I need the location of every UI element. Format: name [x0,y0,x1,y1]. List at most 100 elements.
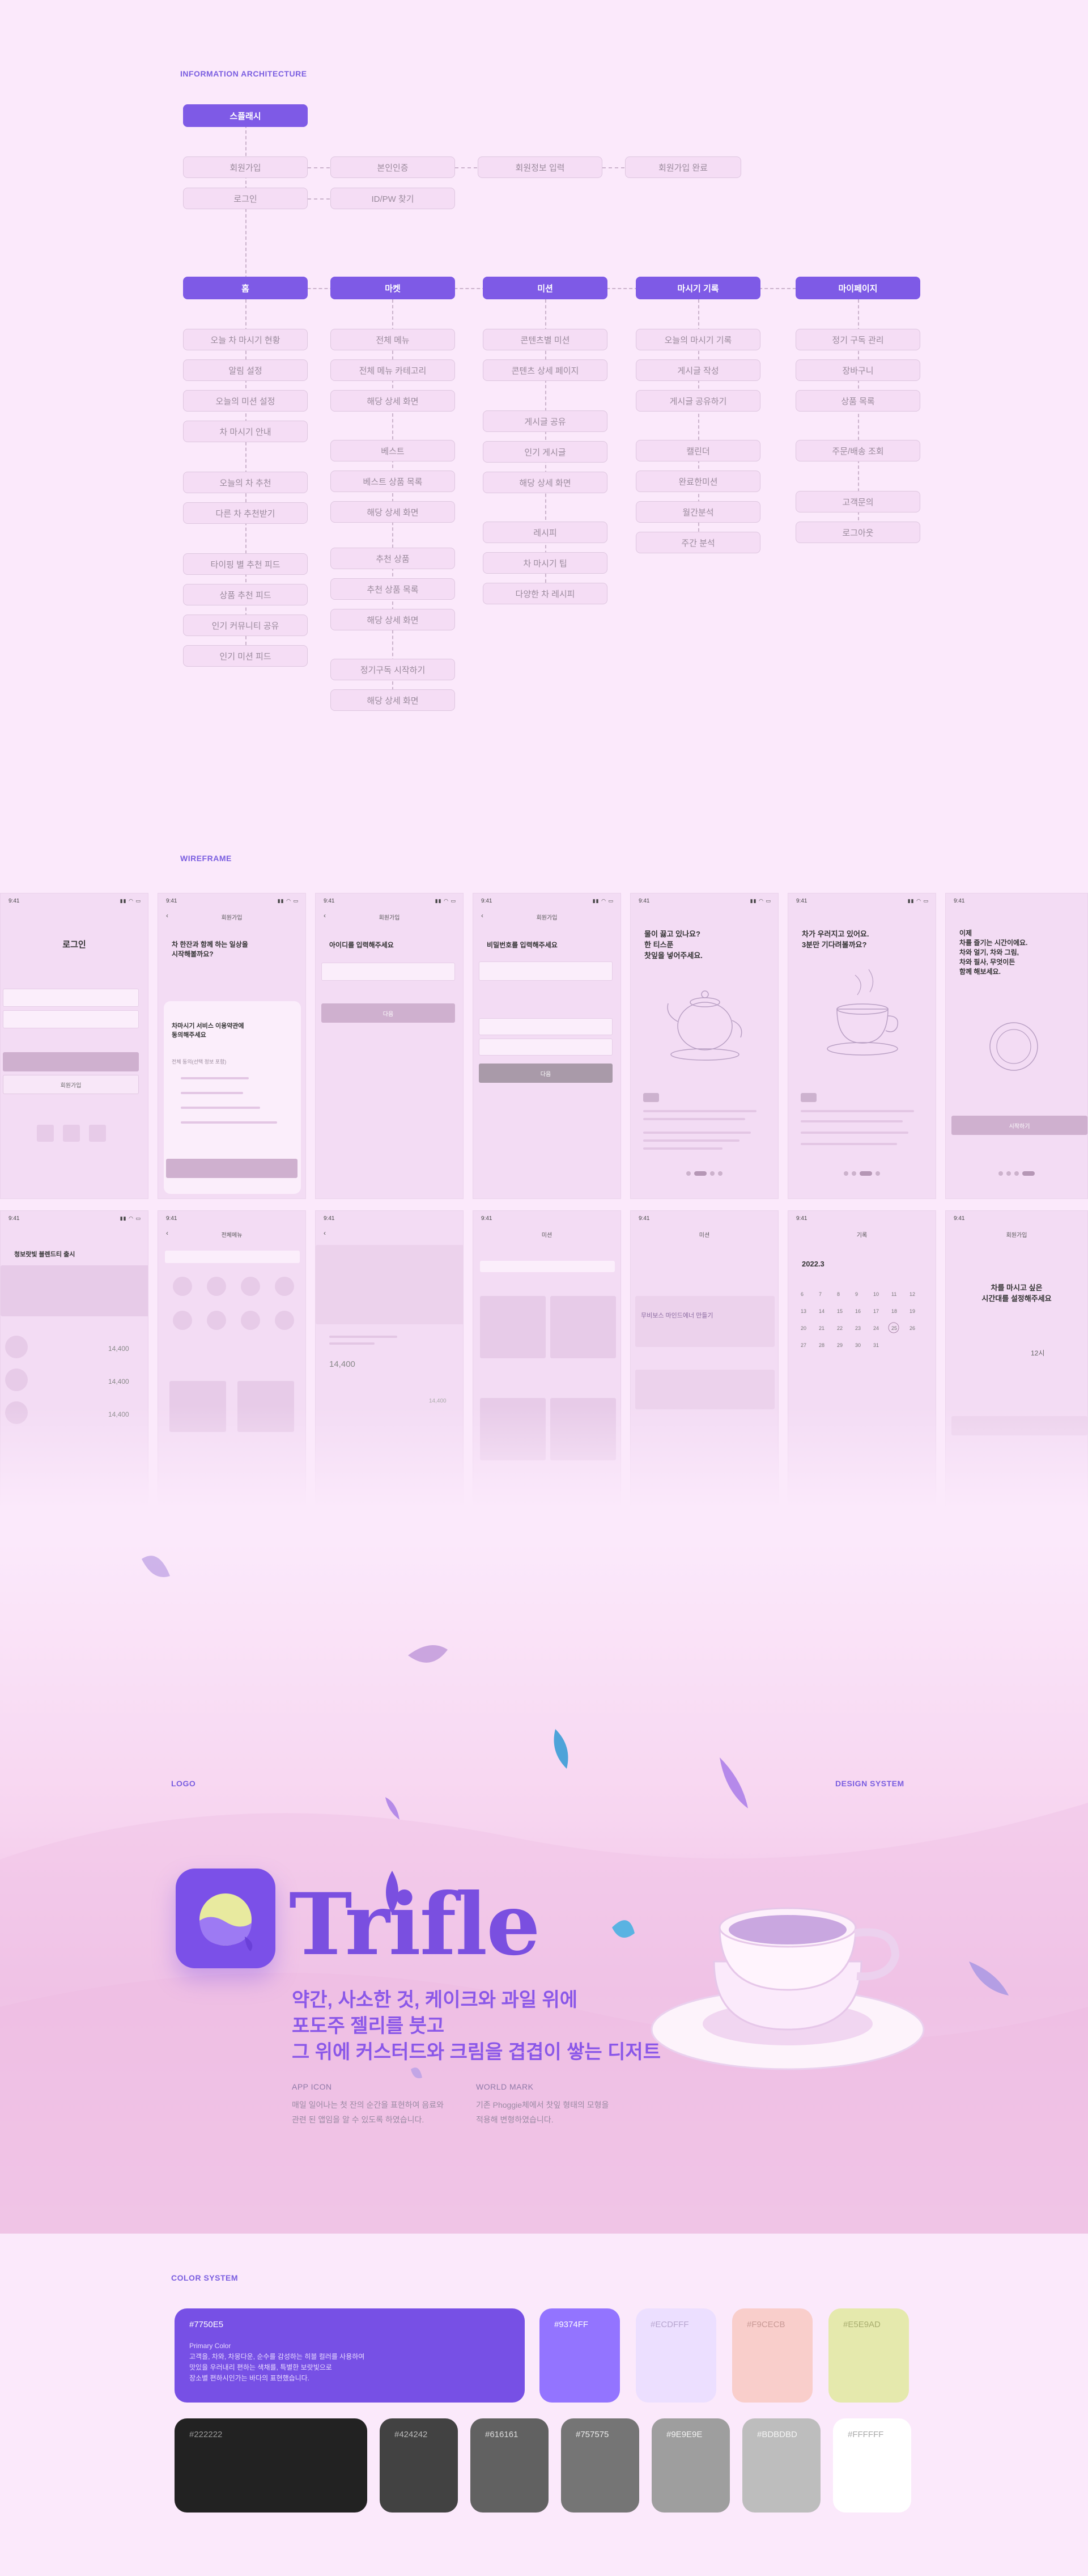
id-input-screen: 9:41 ▮▮ ◠ ▭ ‹ 회원가입 아이디를 입력해주세요 다음 [315,893,464,1199]
ia-item: 해당 상세 화면 [330,609,455,630]
mission-card[interactable] [550,1296,616,1358]
wordmark-description: 기존 Phoggie체에서 찻잎 형태의 모형을 적용해 변형하였습니다. [476,2100,609,2124]
ia-head-market: 마켓 [330,277,455,299]
ia-item: 게시글 작성 [636,359,760,381]
terms-screen: 9:41 ▮▮ ◠ ▭ ‹ 회원가입 차 한잔과 함께 하는 일상을 시작해볼까요… [158,893,306,1199]
category-icon[interactable] [241,1277,260,1296]
category-icon[interactable] [207,1277,226,1296]
ia-item: 인기 게시글 [483,441,607,463]
ia-node-login: 로그인 [183,188,308,209]
mission-card-title: 무비보스 마인드에너 만들기 [641,1312,713,1319]
mission-banner[interactable] [635,1296,775,1347]
mission-item[interactable] [635,1370,775,1409]
swatch-hex: #F9CECB [747,2320,785,2329]
color-swatch: #BDBDBD [742,2418,821,2513]
search-input[interactable] [480,1261,615,1272]
password-screen: 9:41 ▮▮ ◠ ▭ ‹ 회원가입 비밀번호를 입력해주세요 다음 [473,893,621,1199]
wordmark-heading: WORLD MARK [476,2082,534,2091]
ia-item: 게시글 공유하기 [636,390,760,412]
svg-text:26: 26 [910,1325,915,1331]
ia-item: 해당 상세 화면 [330,689,455,711]
nav-title: 회원가입 [221,915,243,921]
login-title: 로그인 [62,940,86,950]
category-icon[interactable] [207,1311,226,1330]
social-login-button[interactable] [63,1125,80,1142]
search-input[interactable] [165,1251,300,1263]
tag [643,1093,659,1102]
ia-item: 콘텐츠별 미션 [483,329,607,350]
text-line [801,1120,903,1122]
page-indicator [788,1171,936,1176]
login-button[interactable] [3,1052,139,1071]
category-icon[interactable] [173,1277,192,1296]
password-confirm-field[interactable] [479,1018,613,1035]
svg-text:7: 7 [819,1291,822,1297]
password-confirm-field[interactable] [479,1039,613,1056]
alarm-time[interactable]: 12시 [1031,1348,1044,1358]
agree-button[interactable] [166,1159,298,1178]
text-line [329,1342,375,1345]
ia-item: 차 마시기 안내 [183,421,308,442]
design-system-label: DESIGN SYSTEM [835,1779,904,1788]
terms-item[interactable] [181,1077,249,1079]
category-icon[interactable] [241,1311,260,1330]
terms-item[interactable] [181,1107,260,1109]
category-icon[interactable] [173,1311,192,1330]
ia-item: 베스트 상품 목록 [330,471,455,492]
svg-text:14: 14 [819,1308,824,1314]
back-icon[interactable]: ‹ [324,1229,326,1237]
color-swatch: #E5E9AD [828,2308,909,2403]
ia-item: 해당 상세 화면 [483,472,607,493]
status-time: 9:41 [166,898,177,904]
terms-item[interactable] [181,1092,243,1094]
swatch-hex: #424242 [394,2430,428,2439]
password-field[interactable] [479,961,613,981]
onboarding-screen-2: 9:41 ▮▮ ◠ ▭ 차가 우러지고 있어요. 3분만 기다려볼까요? [788,893,936,1199]
svg-text:6: 6 [801,1291,804,1297]
signup-button[interactable]: 회원가입 [3,1075,139,1094]
product-thumb [5,1336,28,1358]
nav-title: 전체메뉴 [221,1232,243,1239]
calendar-grid[interactable]: 6 7 8 9 10 11 12 13 14 15 16 17 18 19 20 21 22 23 24 25 26… [797,1279,928,1364]
swatch-hex: #9374FF [554,2320,589,2329]
next-button[interactable]: 다음 [321,1003,455,1023]
next-button[interactable]: 다음 [479,1064,613,1083]
status-time: 9:41 [639,898,650,904]
social-login-button[interactable] [37,1125,54,1142]
terms-item[interactable] [181,1121,277,1124]
terms-all-checkbox[interactable]: 전체 동의(선택 정보 포함) [172,1058,226,1065]
ia-head-mypage: 마이페이지 [796,277,920,299]
teacup-illustration [651,1907,925,2070]
category-icon[interactable] [275,1277,294,1296]
primary-description: Primary Color 고객을, 차와, 차몽다운, 순수를 감성하는 히블… [189,2342,365,2382]
status-icons: ▮▮ ◠ ▭ [120,898,141,904]
ia-node-info: 회원정보 입력 [478,156,602,178]
status-icons: ▮▮ ◠ ▭ [907,898,929,904]
svg-text:10: 10 [873,1291,879,1297]
product-price: 14,400 [108,1378,129,1386]
id-input[interactable] [3,989,139,1007]
category-icon[interactable] [275,1311,294,1330]
ia-item: 주간 분석 [636,532,760,553]
status-icons: ▮▮ ◠ ▭ [435,898,456,904]
home-banner[interactable] [1,1265,148,1316]
start-button[interactable]: 시작하기 [951,1116,1087,1135]
ia-head-mission: 미션 [483,277,607,299]
ia-item: 인기 미션 피드 [183,645,308,667]
social-login-button[interactable] [89,1125,106,1142]
swatch-hex: #E5E9AD [843,2320,881,2329]
svg-text:19: 19 [910,1308,915,1314]
password-input[interactable] [3,1010,139,1028]
mission-card[interactable] [480,1296,546,1358]
ia-item: 정기 구독 관리 [796,329,920,350]
ia-item: 전체 메뉴 [330,329,455,350]
logo-section-label: LOGO [171,1779,196,1788]
svg-text:17: 17 [873,1308,879,1314]
status-icons: ▮▮ ◠ ▭ [120,1215,141,1221]
month-label[interactable]: 2022.3 [802,1260,824,1268]
svg-text:22: 22 [837,1325,843,1331]
ia-item: 정기구독 시작하기 [330,659,455,680]
swatch-hex: #FFFFFF [848,2430,884,2439]
ia-node-complete: 회원가입 완료 [625,156,741,178]
id-field[interactable] [321,963,455,981]
